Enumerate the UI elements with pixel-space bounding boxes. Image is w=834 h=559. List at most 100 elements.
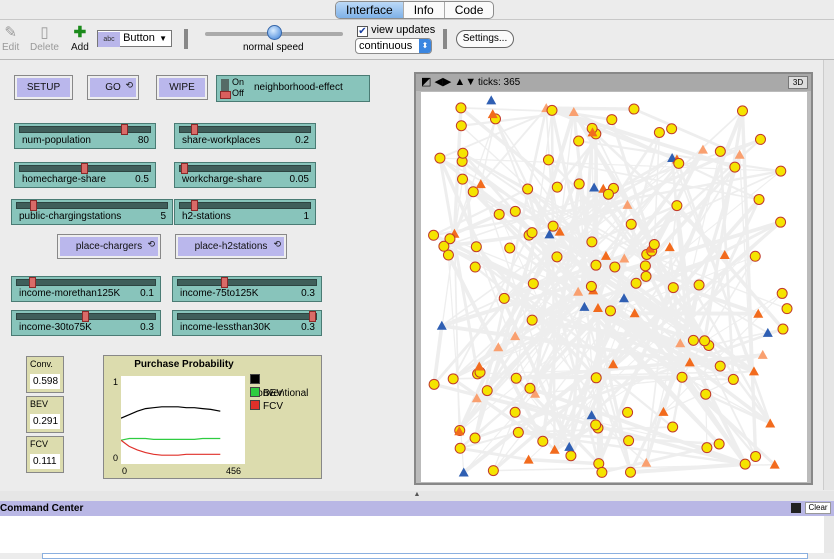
car-agent-icon — [457, 147, 469, 159]
car-agent-icon — [512, 426, 524, 438]
slider-knob[interactable] — [309, 311, 316, 322]
go-label: GO — [105, 82, 121, 93]
command-output — [0, 516, 834, 553]
car-agent-icon — [736, 105, 748, 117]
slider-knob[interactable] — [181, 163, 189, 174]
slider-value: 0.3 — [301, 322, 315, 333]
slider-label: income-75to125K — [180, 288, 259, 299]
slider-workcharge-share[interactable]: workcharge-share 0.05 — [174, 162, 316, 188]
car-agent-icon — [537, 435, 549, 447]
world-canvas[interactable] — [421, 92, 807, 482]
car-agent-icon — [775, 216, 787, 228]
y-tick-label: 1 — [113, 377, 119, 387]
view-controls-icon[interactable]: ◩ ◀▶ ▲▼ — [421, 75, 476, 88]
slider-value: 0.1 — [140, 288, 154, 299]
car-agent-icon — [590, 372, 602, 384]
speed-slider-knob[interactable] — [267, 25, 282, 40]
settings-button[interactable]: Settings... — [456, 30, 514, 48]
tab-code[interactable]: Code — [445, 2, 494, 18]
edit-button[interactable]: ✎ Edit — [2, 24, 19, 53]
update-mode-select[interactable]: continuous ⬍ — [355, 38, 432, 54]
car-agent-icon — [781, 303, 793, 315]
slider-knob[interactable] — [30, 200, 38, 211]
slider-knob[interactable] — [120, 124, 128, 135]
update-mode-value: continuous — [359, 40, 413, 52]
delete-button[interactable]: ▯ Delete — [30, 24, 59, 53]
switch-on-label: On — [232, 77, 245, 87]
slider-public-chargingstations[interactable]: public-chargingstations 5 — [11, 199, 173, 225]
slider-track[interactable] — [16, 279, 156, 286]
car-agent-icon — [590, 259, 602, 271]
monitor-bev: BEV 0.291 — [26, 396, 64, 433]
car-agent-icon — [625, 218, 637, 230]
slider-track[interactable] — [177, 279, 317, 286]
car-agent-icon — [551, 251, 563, 263]
setup-button[interactable]: SETUP — [14, 75, 73, 100]
clear-button[interactable]: Clear — [805, 502, 831, 514]
slider-track[interactable] — [16, 202, 168, 209]
slider-knob[interactable] — [191, 200, 199, 211]
slider-income-morethan125K[interactable]: income-morethan125K 0.1 — [11, 276, 161, 302]
slider-homecharge-share[interactable]: homecharge-share 0.5 — [14, 162, 156, 188]
car-agent-icon — [526, 227, 538, 239]
popout-icon[interactable] — [791, 503, 801, 513]
monitor-label: Conv. — [30, 359, 53, 369]
legend-label: FCV — [263, 401, 283, 412]
pane-splitter[interactable]: ▲ — [0, 491, 834, 501]
wipe-button[interactable]: WIPE — [156, 75, 208, 100]
3d-view-button[interactable]: 3D — [788, 76, 808, 89]
switch-knob[interactable] — [220, 91, 231, 99]
tab-interface[interactable]: Interface — [336, 2, 404, 18]
slider-knob[interactable] — [220, 277, 228, 288]
chevron-down-icon: ▼ — [159, 34, 167, 43]
place-h2stations-button[interactable]: place-h2stations ⟲ — [175, 234, 287, 259]
slider-num-population[interactable]: num-population 80 — [14, 123, 156, 149]
slider-share-workplaces[interactable]: share-workplaces 0.2 — [174, 123, 316, 149]
station-icon — [697, 144, 708, 154]
monitor-value: 0.111 — [30, 454, 60, 469]
car-agent-icon — [693, 279, 705, 291]
toolbar: ✎ Edit ▯ Delete ✚ Add abc Button ▼ norma… — [0, 20, 834, 60]
car-agent-icon — [522, 183, 534, 195]
slider-income-75to125K[interactable]: income-75to125K 0.3 — [172, 276, 322, 302]
slider-label: public-chargingstations — [19, 211, 122, 222]
ticks-counter: ticks: 365 — [478, 77, 521, 88]
legend-swatch — [250, 374, 260, 384]
go-button[interactable]: GO ⟲ — [87, 75, 139, 100]
slider-income-lessthan30K[interactable]: income-lessthan30K 0.3 — [172, 310, 322, 336]
slider-track[interactable] — [19, 126, 151, 133]
legend-item-fcv: FCV — [250, 400, 321, 413]
car-agent-icon — [428, 378, 440, 390]
car-agent-icon — [573, 178, 585, 190]
command-input[interactable] — [42, 553, 808, 559]
slider-income-30to75K[interactable]: income-30to75K 0.3 — [11, 310, 161, 336]
slider-knob[interactable] — [191, 124, 199, 135]
view-updates-checkbox[interactable]: ✔ view updates — [357, 24, 435, 37]
legend-item-conventional: Conventional — [250, 374, 321, 399]
slider-h2-stations[interactable]: h2-stations 1 — [174, 199, 316, 225]
slider-knob[interactable] — [29, 277, 37, 288]
place-chargers-button[interactable]: place-chargers ⟲ — [57, 234, 161, 259]
slider-track[interactable] — [179, 126, 311, 133]
monitor-label: FCV — [30, 439, 48, 449]
add-button[interactable]: ✚ Add — [71, 24, 89, 53]
legend-swatch — [250, 400, 260, 410]
neighborhood-effect-switch[interactable]: On Off neighborhood-effect — [216, 75, 370, 102]
vertical-scrollbar[interactable] — [823, 60, 834, 490]
widget-type-dropdown[interactable]: abc Button ▼ — [97, 30, 172, 47]
forever-icon: ⟲ — [125, 80, 133, 90]
slider-knob[interactable] — [82, 311, 89, 322]
slider-knob[interactable] — [81, 163, 88, 174]
forever-icon: ⟲ — [273, 239, 281, 249]
car-agent-icon — [667, 421, 679, 433]
slider-value: 0.5 — [135, 174, 149, 185]
car-agent-icon — [586, 236, 598, 248]
slider-track[interactable] — [179, 202, 311, 209]
car-agent-icon — [590, 419, 602, 431]
slider-track[interactable] — [177, 313, 317, 320]
monitor-conv: Conv. 0.598 — [26, 356, 64, 393]
car-agent-icon — [434, 152, 446, 164]
car-agent-icon — [551, 181, 563, 193]
slider-track[interactable] — [179, 165, 311, 172]
tab-info[interactable]: Info — [404, 2, 445, 18]
